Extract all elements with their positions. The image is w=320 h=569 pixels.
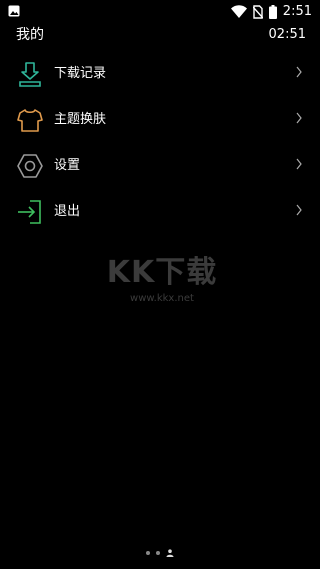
image-icon — [8, 5, 20, 17]
page-indicator — [146, 549, 174, 557]
no-sim-icon — [252, 5, 263, 19]
chevron-right-icon — [296, 66, 302, 78]
page-dot[interactable] — [146, 551, 150, 555]
shirt-icon — [17, 109, 43, 132]
chevron-right-icon — [296, 112, 302, 124]
page-dot[interactable] — [156, 551, 160, 555]
logout-icon — [18, 200, 41, 224]
menu-item-logout[interactable]: 退出 — [0, 189, 320, 235]
watermark-logo: KK下载 — [106, 255, 218, 290]
page-title: 我的 — [16, 27, 44, 43]
menu-list: 下载记录 主题换肤 设置 退出 — [0, 51, 320, 235]
battery-icon — [268, 5, 277, 19]
download-icon — [19, 62, 41, 87]
menu-item-label: 下载记录 — [54, 66, 107, 81]
status-bar: 2:51 — [0, 0, 320, 24]
hexagon-settings-icon — [17, 154, 43, 178]
chevron-right-icon — [296, 204, 302, 216]
menu-item-settings[interactable]: 设置 — [0, 143, 320, 189]
menu-item-label: 退出 — [54, 204, 81, 219]
menu-item-label: 主题换肤 — [54, 112, 107, 127]
person-icon[interactable] — [166, 549, 174, 557]
menu-item-theme[interactable]: 主题换肤 — [0, 97, 320, 143]
watermark-url: www.kkx.net — [130, 293, 194, 304]
menu-item-label: 设置 — [54, 158, 81, 173]
status-time: 2:51 — [282, 4, 312, 19]
menu-item-download-history[interactable]: 下载记录 — [0, 51, 320, 97]
chevron-right-icon — [296, 158, 302, 170]
header-clock: 02:51 — [268, 27, 306, 42]
header: 我的 02:51 — [0, 24, 320, 46]
watermark: KK下载 www.kkx.net — [103, 254, 221, 324]
wifi-icon — [230, 5, 247, 18]
